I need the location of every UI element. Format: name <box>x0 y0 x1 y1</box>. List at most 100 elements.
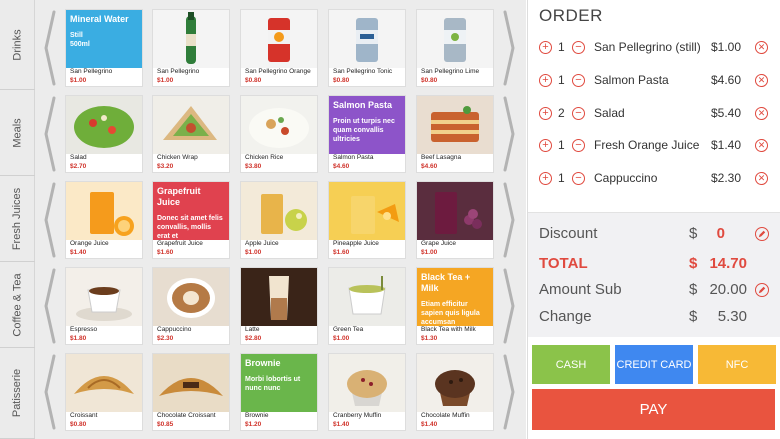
product-name: Green Tea <box>333 326 364 333</box>
product-price: $1.00 <box>70 77 87 84</box>
product-tile[interactable]: Black Tea + Milk Etiam efficitur sapien q… <box>416 267 494 345</box>
row-scroll-left-icon[interactable] <box>43 268 57 344</box>
currency-symbol: $ <box>689 281 698 298</box>
product-tile[interactable]: Chicken Wrap $3.20 <box>152 95 230 173</box>
product-tile[interactable]: Chocolate Muffin $1.40 <box>416 353 494 431</box>
product-tile[interactable]: San Pellegrino $1.00 <box>152 9 230 87</box>
category-tab[interactable]: Fresh Juices <box>0 176 35 262</box>
tonic-can-icon <box>329 10 405 68</box>
order-line-price: $4.60 <box>711 73 742 87</box>
category-tab[interactable]: Patisserie <box>0 348 35 439</box>
product-name: Orange Juice <box>70 240 109 247</box>
row-scroll-left-icon[interactable] <box>43 96 57 172</box>
product-tile[interactable]: Green Tea $1.00 <box>328 267 406 345</box>
credit-card-button[interactable]: CREDIT CARD <box>615 345 693 384</box>
category-tab[interactable]: Meals <box>0 90 35 176</box>
order-line-price: $2.30 <box>711 171 742 185</box>
edit-discount-icon[interactable] <box>755 227 769 241</box>
product-name: Salad <box>70 154 87 161</box>
product-name: Chocolate Muffin <box>421 412 470 419</box>
product-info-card: Grapefruit Juice Donec sit amet felis con… <box>153 182 229 240</box>
row-scroll-right-icon[interactable] <box>502 10 516 86</box>
remove-line-icon[interactable]: ✕ <box>755 107 768 120</box>
product-tile[interactable]: Apple Juice $1.00 <box>240 181 318 259</box>
product-card-title: Mineral Water <box>70 14 129 24</box>
product-card-title: Brownie <box>245 358 281 368</box>
category-tab[interactable]: Drinks <box>0 0 35 90</box>
product-name: Beef Lasagna <box>421 154 462 161</box>
edit-amount-icon[interactable] <box>755 283 769 297</box>
chocolate-muffin-icon <box>417 354 493 412</box>
row-scroll-left-icon[interactable] <box>43 10 57 86</box>
product-name: Latte <box>245 326 260 333</box>
green-bottle-icon <box>153 10 229 68</box>
decrease-qty-icon[interactable]: − <box>572 74 585 87</box>
amount-row: Amount Sub $ 20.00 <box>528 281 780 303</box>
currency-symbol: $ <box>689 225 698 242</box>
category-label: Meals <box>11 117 24 148</box>
product-tile[interactable]: Mineral Water Still 500ml San Pellegrino $1… <box>65 9 143 87</box>
product-card-description: Donec sit amet felis convallis, mollis e… <box>157 215 223 240</box>
nfc-button[interactable]: NFC <box>698 345 776 384</box>
row-scroll-right-icon[interactable] <box>502 96 516 172</box>
row-scroll-left-icon[interactable] <box>43 182 57 258</box>
row-scroll-right-icon[interactable] <box>502 268 516 344</box>
product-price: $2.80 <box>245 335 262 342</box>
product-price: $1.60 <box>157 249 174 256</box>
product-tile[interactable]: Latte $2.80 <box>240 267 318 345</box>
remove-line-icon[interactable]: ✕ <box>755 41 768 54</box>
increase-qty-icon[interactable]: + <box>539 139 552 152</box>
product-tile[interactable]: Croissant $0.80 <box>65 353 143 431</box>
cappuccino-icon <box>153 268 229 326</box>
increase-qty-icon[interactable]: + <box>539 41 552 54</box>
product-name: Brownie <box>245 412 269 419</box>
product-name: San Pellegrino <box>157 68 200 75</box>
remove-line-icon[interactable]: ✕ <box>755 74 768 87</box>
product-tile[interactable]: Cranberry Muffin $1.40 <box>328 353 406 431</box>
cash-button[interactable]: CASH <box>532 345 610 384</box>
decrease-qty-icon[interactable]: − <box>572 172 585 185</box>
product-tile[interactable]: San Pellegrino Tonic $0.80 <box>328 9 406 87</box>
product-name: Pineapple Juice <box>333 240 379 247</box>
grape-juice-icon <box>417 182 493 240</box>
increase-qty-icon[interactable]: + <box>539 107 552 120</box>
product-tile[interactable]: Grapefruit Juice Donec sit amet felis con… <box>152 181 230 259</box>
product-tile[interactable]: Beef Lasagna $4.60 <box>416 95 494 173</box>
row-scroll-right-icon[interactable] <box>502 354 516 430</box>
order-line-qty: 1 <box>558 171 565 185</box>
product-tile[interactable]: San Pellegrino Orange $0.80 <box>240 9 318 87</box>
remove-line-icon[interactable]: ✕ <box>755 172 768 185</box>
product-tile[interactable]: Chicken Rice $3.80 <box>240 95 318 173</box>
pay-button[interactable]: PAY <box>532 389 775 430</box>
row-scroll-right-icon[interactable] <box>502 182 516 258</box>
product-name: San Pellegrino Tonic <box>333 68 393 75</box>
remove-line-icon[interactable]: ✕ <box>755 139 768 152</box>
amount-value: 20.00 <box>709 281 747 298</box>
row-scroll-left-icon[interactable] <box>43 354 57 430</box>
decrease-qty-icon[interactable]: − <box>572 107 585 120</box>
product-tile[interactable]: Espresso $1.80 <box>65 267 143 345</box>
product-tile[interactable]: Pineapple Juice $1.60 <box>328 181 406 259</box>
product-tile[interactable]: Brownie Morbi lobortis ut nunc nunc Browni… <box>240 353 318 431</box>
product-tile[interactable]: Salad $2.70 <box>65 95 143 173</box>
product-price: $0.85 <box>157 421 174 428</box>
product-name: Cranberry Muffin <box>333 412 382 419</box>
increase-qty-icon[interactable]: + <box>539 172 552 185</box>
product-tile[interactable]: Grape Juice $1.00 <box>416 181 494 259</box>
decrease-qty-icon[interactable]: − <box>572 41 585 54</box>
product-card-description: Etiam efficitur sapien quis ligula accum… <box>421 301 480 326</box>
product-tile[interactable]: Chocolate Croissant $0.85 <box>152 353 230 431</box>
product-tile[interactable]: San Pellegrino Lime $0.80 <box>416 9 494 87</box>
product-name: Chicken Rice <box>245 154 284 161</box>
product-tile[interactable]: Orange Juice $1.40 <box>65 181 143 259</box>
product-tile[interactable]: Salmon Pasta Proin ut turpis nec quam con… <box>328 95 406 173</box>
increase-qty-icon[interactable]: + <box>539 74 552 87</box>
product-name: Croissant <box>70 412 98 419</box>
category-tab[interactable]: Coffee & Tea <box>0 262 35 348</box>
product-name: Salmon Pasta <box>333 154 374 161</box>
product-tile[interactable]: Cappuccino $2.30 <box>152 267 230 345</box>
product-price: $0.80 <box>70 421 87 428</box>
product-name: Chocolate Croissant <box>157 412 216 419</box>
order-line: +1− San Pellegrino (still) $1.00 ✕ <box>528 36 780 60</box>
decrease-qty-icon[interactable]: − <box>572 139 585 152</box>
